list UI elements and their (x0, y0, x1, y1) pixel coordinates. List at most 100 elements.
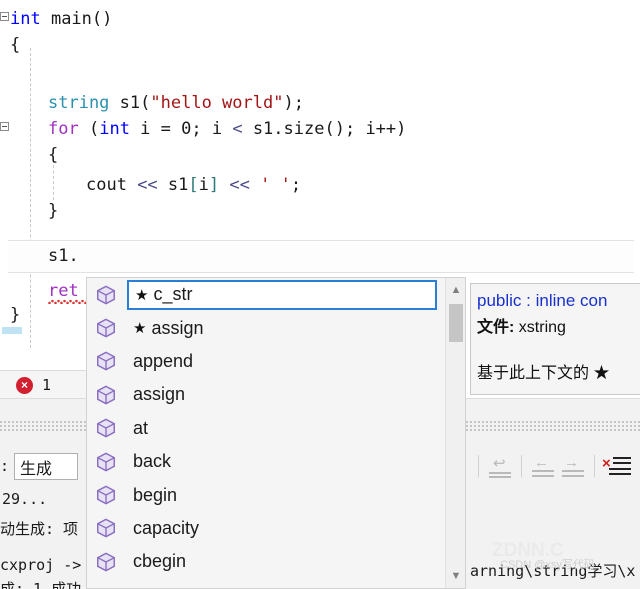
method-cube-icon (97, 418, 115, 438)
completion-item-label: begin (133, 484, 178, 505)
scroll-up-arrow-icon[interactable]: ▲ (446, 280, 465, 300)
completion-item-text: ★ c_str (127, 279, 437, 310)
code-token: [ (188, 175, 199, 195)
completion-item-text: ★ assign (127, 313, 437, 343)
code-token: s1 (157, 175, 189, 195)
current-line-highlight (8, 240, 634, 273)
code-token: { (10, 35, 21, 55)
code-token: ( (140, 93, 151, 113)
completion-item[interactable]: append (87, 345, 445, 378)
completion-item[interactable]: back (87, 445, 445, 478)
code-token: ( (88, 119, 100, 139)
code-token: i = (129, 119, 182, 139)
error-icon: × (16, 376, 33, 394)
output-line: 动生成: 项 (0, 520, 79, 538)
code-token: size (283, 119, 325, 139)
vs-editor-window: int main(){string s1("hello world"); for … (0, 0, 640, 589)
code-line: } (10, 302, 20, 328)
completion-item[interactable]: assign (87, 378, 445, 411)
code-token: << (229, 175, 250, 195)
intellisense-popup[interactable]: ★ c_str ★ assign append assign at back begin capa… (86, 277, 466, 589)
completion-scrollbar[interactable]: ▲ ▼ (445, 278, 465, 588)
go-to-line-icon[interactable]: ↩ (485, 452, 515, 480)
code-line: { (48, 142, 58, 168)
selection-marker (2, 327, 22, 334)
code-token: ; (293, 93, 304, 113)
completion-item-label: c_str (153, 284, 193, 305)
scroll-down-arrow-icon[interactable]: ▼ (446, 566, 465, 586)
code-token: int (99, 119, 130, 139)
output-toolbar[interactable]: ↩ ← → × (472, 448, 640, 484)
tooltip-file-row: 文件: xstring (477, 313, 640, 337)
method-cube-icon (97, 352, 115, 371)
code-token: cout (86, 175, 138, 195)
intellisense-tooltip: public : inline con 文件: xstring 基于此上下文的 … (470, 283, 640, 395)
code-token: string (48, 93, 110, 113)
code-line: } (48, 198, 58, 224)
completion-item[interactable]: at (87, 412, 445, 445)
completion-item-text: cbegin (127, 547, 437, 577)
code-line: s1. (48, 243, 79, 269)
output-source-value: 生成 (20, 460, 53, 478)
code-line: cout << s1[i] << ' '; (86, 172, 301, 198)
tooltip-signature: public : inline con (477, 291, 608, 310)
tooltip-file-value: xstring (514, 319, 566, 336)
completion-item-label: back (133, 451, 172, 472)
method-cube-icon (97, 385, 115, 405)
completion-item[interactable]: begin (87, 478, 445, 511)
code-token: for (48, 119, 79, 139)
code-line: for (int i = 0; i < s1.size(); i++) (48, 116, 406, 142)
collapse-marker-for[interactable] (0, 122, 9, 131)
completion-list[interactable]: ★ c_str ★ assign append assign at back begin capa… (87, 278, 445, 579)
completion-item-label: capacity (133, 517, 200, 538)
collapse-marker-main[interactable] (0, 12, 9, 21)
output-line: 成: 1 成功 (0, 580, 82, 589)
toolbar-gripper-left[interactable] (0, 421, 90, 431)
output-line: 29... (2, 490, 48, 508)
output-line: cxproj -> (0, 556, 82, 574)
build-combo-label: : (0, 457, 10, 475)
code-token: } (10, 305, 21, 325)
scrollbar-thumb[interactable] (449, 304, 463, 342)
code-token: int (10, 9, 41, 29)
clear-all-icon[interactable]: × (601, 452, 631, 480)
code-token: { (48, 145, 59, 165)
completion-item[interactable]: capacity (87, 512, 445, 545)
code-token: ret (48, 281, 79, 301)
completion-item-text: back (127, 447, 437, 477)
completion-item[interactable]: ★ c_str (87, 278, 445, 311)
method-cube-icon (97, 452, 115, 472)
tooltip-context: 基于此上下文的 ★ (477, 365, 610, 382)
code-token: () (91, 9, 113, 29)
find-previous-icon[interactable]: ← (528, 452, 558, 480)
toolbar-gripper-right[interactable] (466, 421, 640, 431)
code-token: ' ' (260, 175, 291, 195)
code-token: ; (290, 175, 302, 195)
code-line: int main() (10, 6, 112, 32)
completion-item-text: append (127, 346, 437, 376)
completion-item[interactable]: ★ assign (87, 311, 445, 344)
completion-item-label: assign (151, 317, 204, 338)
error-count: 1 (42, 376, 52, 394)
code-token: main (40, 9, 92, 29)
toolbar-separator-2 (521, 455, 522, 477)
error-squiggle (48, 300, 88, 304)
find-next-icon[interactable]: → (558, 452, 588, 480)
toolbar-separator-3 (594, 455, 595, 477)
completion-item-label: cbegin (133, 551, 187, 572)
code-token: 0 (181, 119, 192, 139)
error-summary-strip[interactable]: × 1 (0, 370, 90, 400)
code-token: } (48, 201, 59, 221)
code-token: s1. (48, 246, 79, 266)
output-source-combo[interactable]: 生成 (14, 453, 78, 480)
completion-item[interactable]: cbegin (87, 545, 445, 578)
code-token: s1. (242, 119, 284, 139)
completion-item-text: capacity (127, 513, 437, 543)
code-line: string s1("hello world"); (48, 90, 304, 116)
method-cube-icon (97, 552, 115, 572)
code-token: ) (283, 93, 294, 113)
completion-item-text: begin (127, 480, 437, 510)
